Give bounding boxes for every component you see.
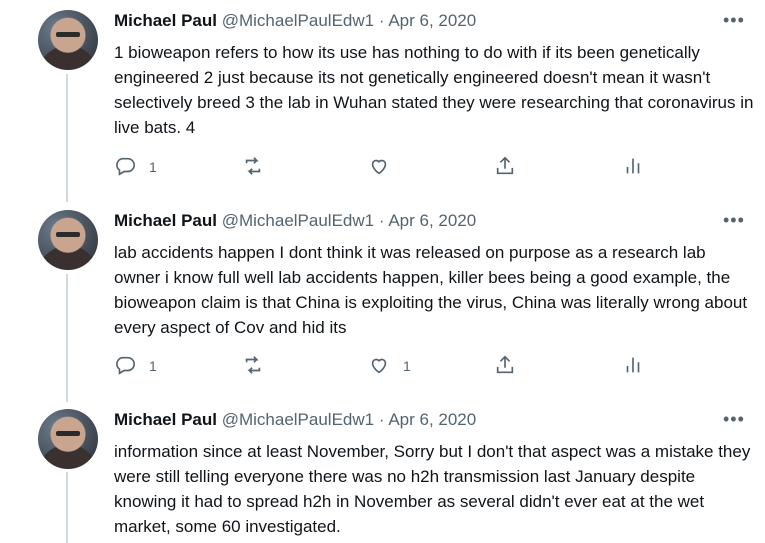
tweet-header: Michael Paul @MichaelPaulEdw1 · Apr 6, 2… (114, 409, 476, 431)
like-button[interactable]: 1 (368, 354, 411, 378)
tweet-header: Michael Paul @MichaelPaulEdw1 · Apr 6, 2… (114, 10, 476, 32)
reply-icon (114, 354, 136, 379)
retweet-button[interactable] (242, 354, 277, 378)
retweet-button[interactable] (242, 155, 277, 179)
tweet[interactable]: Michael Paul @MichaelPaulEdw1 · Apr 6, 2… (0, 0, 765, 200)
reply-button[interactable]: 1 (114, 155, 157, 179)
share-icon (494, 155, 516, 180)
tweet-text: information since at least November, Sor… (114, 442, 751, 536)
tweet-text: lab accidents happen I dont think it was… (114, 243, 748, 337)
reply-button[interactable]: 1 (114, 354, 157, 378)
analytics-button[interactable] (622, 354, 644, 378)
analytics-icon (622, 155, 644, 180)
author-name[interactable]: Michael Paul (114, 11, 217, 30)
share-button[interactable] (494, 155, 516, 179)
author-handle[interactable]: @MichaelPaulEdw1 (222, 410, 374, 429)
tweet-date[interactable]: Apr 6, 2020 (388, 211, 476, 230)
retweet-icon (242, 155, 264, 180)
separator: · (378, 211, 385, 230)
analytics-button[interactable] (622, 155, 644, 179)
share-button[interactable] (494, 354, 516, 378)
tweet[interactable]: Michael Paul @MichaelPaulEdw1 · Apr 6, 2… (0, 200, 765, 400)
like-count: 1 (403, 358, 411, 374)
heart-icon (368, 354, 390, 379)
tweet-date[interactable]: Apr 6, 2020 (388, 11, 476, 30)
avatar[interactable] (38, 210, 98, 270)
more-options-icon[interactable]: ••• (723, 409, 745, 429)
tweet-date[interactable]: Apr 6, 2020 (388, 410, 476, 429)
author-name[interactable]: Michael Paul (114, 211, 217, 230)
analytics-icon (622, 354, 644, 379)
author-handle[interactable]: @MichaelPaulEdw1 (222, 11, 374, 30)
heart-icon (368, 155, 390, 180)
author-handle[interactable]: @MichaelPaulEdw1 (222, 211, 374, 230)
reply-count: 1 (149, 358, 157, 374)
avatar[interactable] (38, 10, 98, 70)
tweet-text: 1 bioweapon refers to how its use has no… (114, 43, 754, 137)
more-options-icon[interactable]: ••• (723, 210, 745, 230)
more-options-icon[interactable]: ••• (723, 10, 745, 30)
tweet-header: Michael Paul @MichaelPaulEdw1 · Apr 6, 2… (114, 210, 476, 232)
tweet[interactable]: Michael Paul @MichaelPaulEdw1 · Apr 6, 2… (0, 399, 765, 543)
author-name[interactable]: Michael Paul (114, 410, 217, 429)
like-button[interactable] (368, 155, 403, 179)
separator: · (378, 11, 385, 30)
retweet-icon (242, 354, 264, 379)
reply-icon (114, 155, 136, 180)
reply-count: 1 (149, 159, 157, 175)
separator: · (378, 410, 385, 429)
share-icon (494, 354, 516, 379)
avatar[interactable] (38, 409, 98, 469)
